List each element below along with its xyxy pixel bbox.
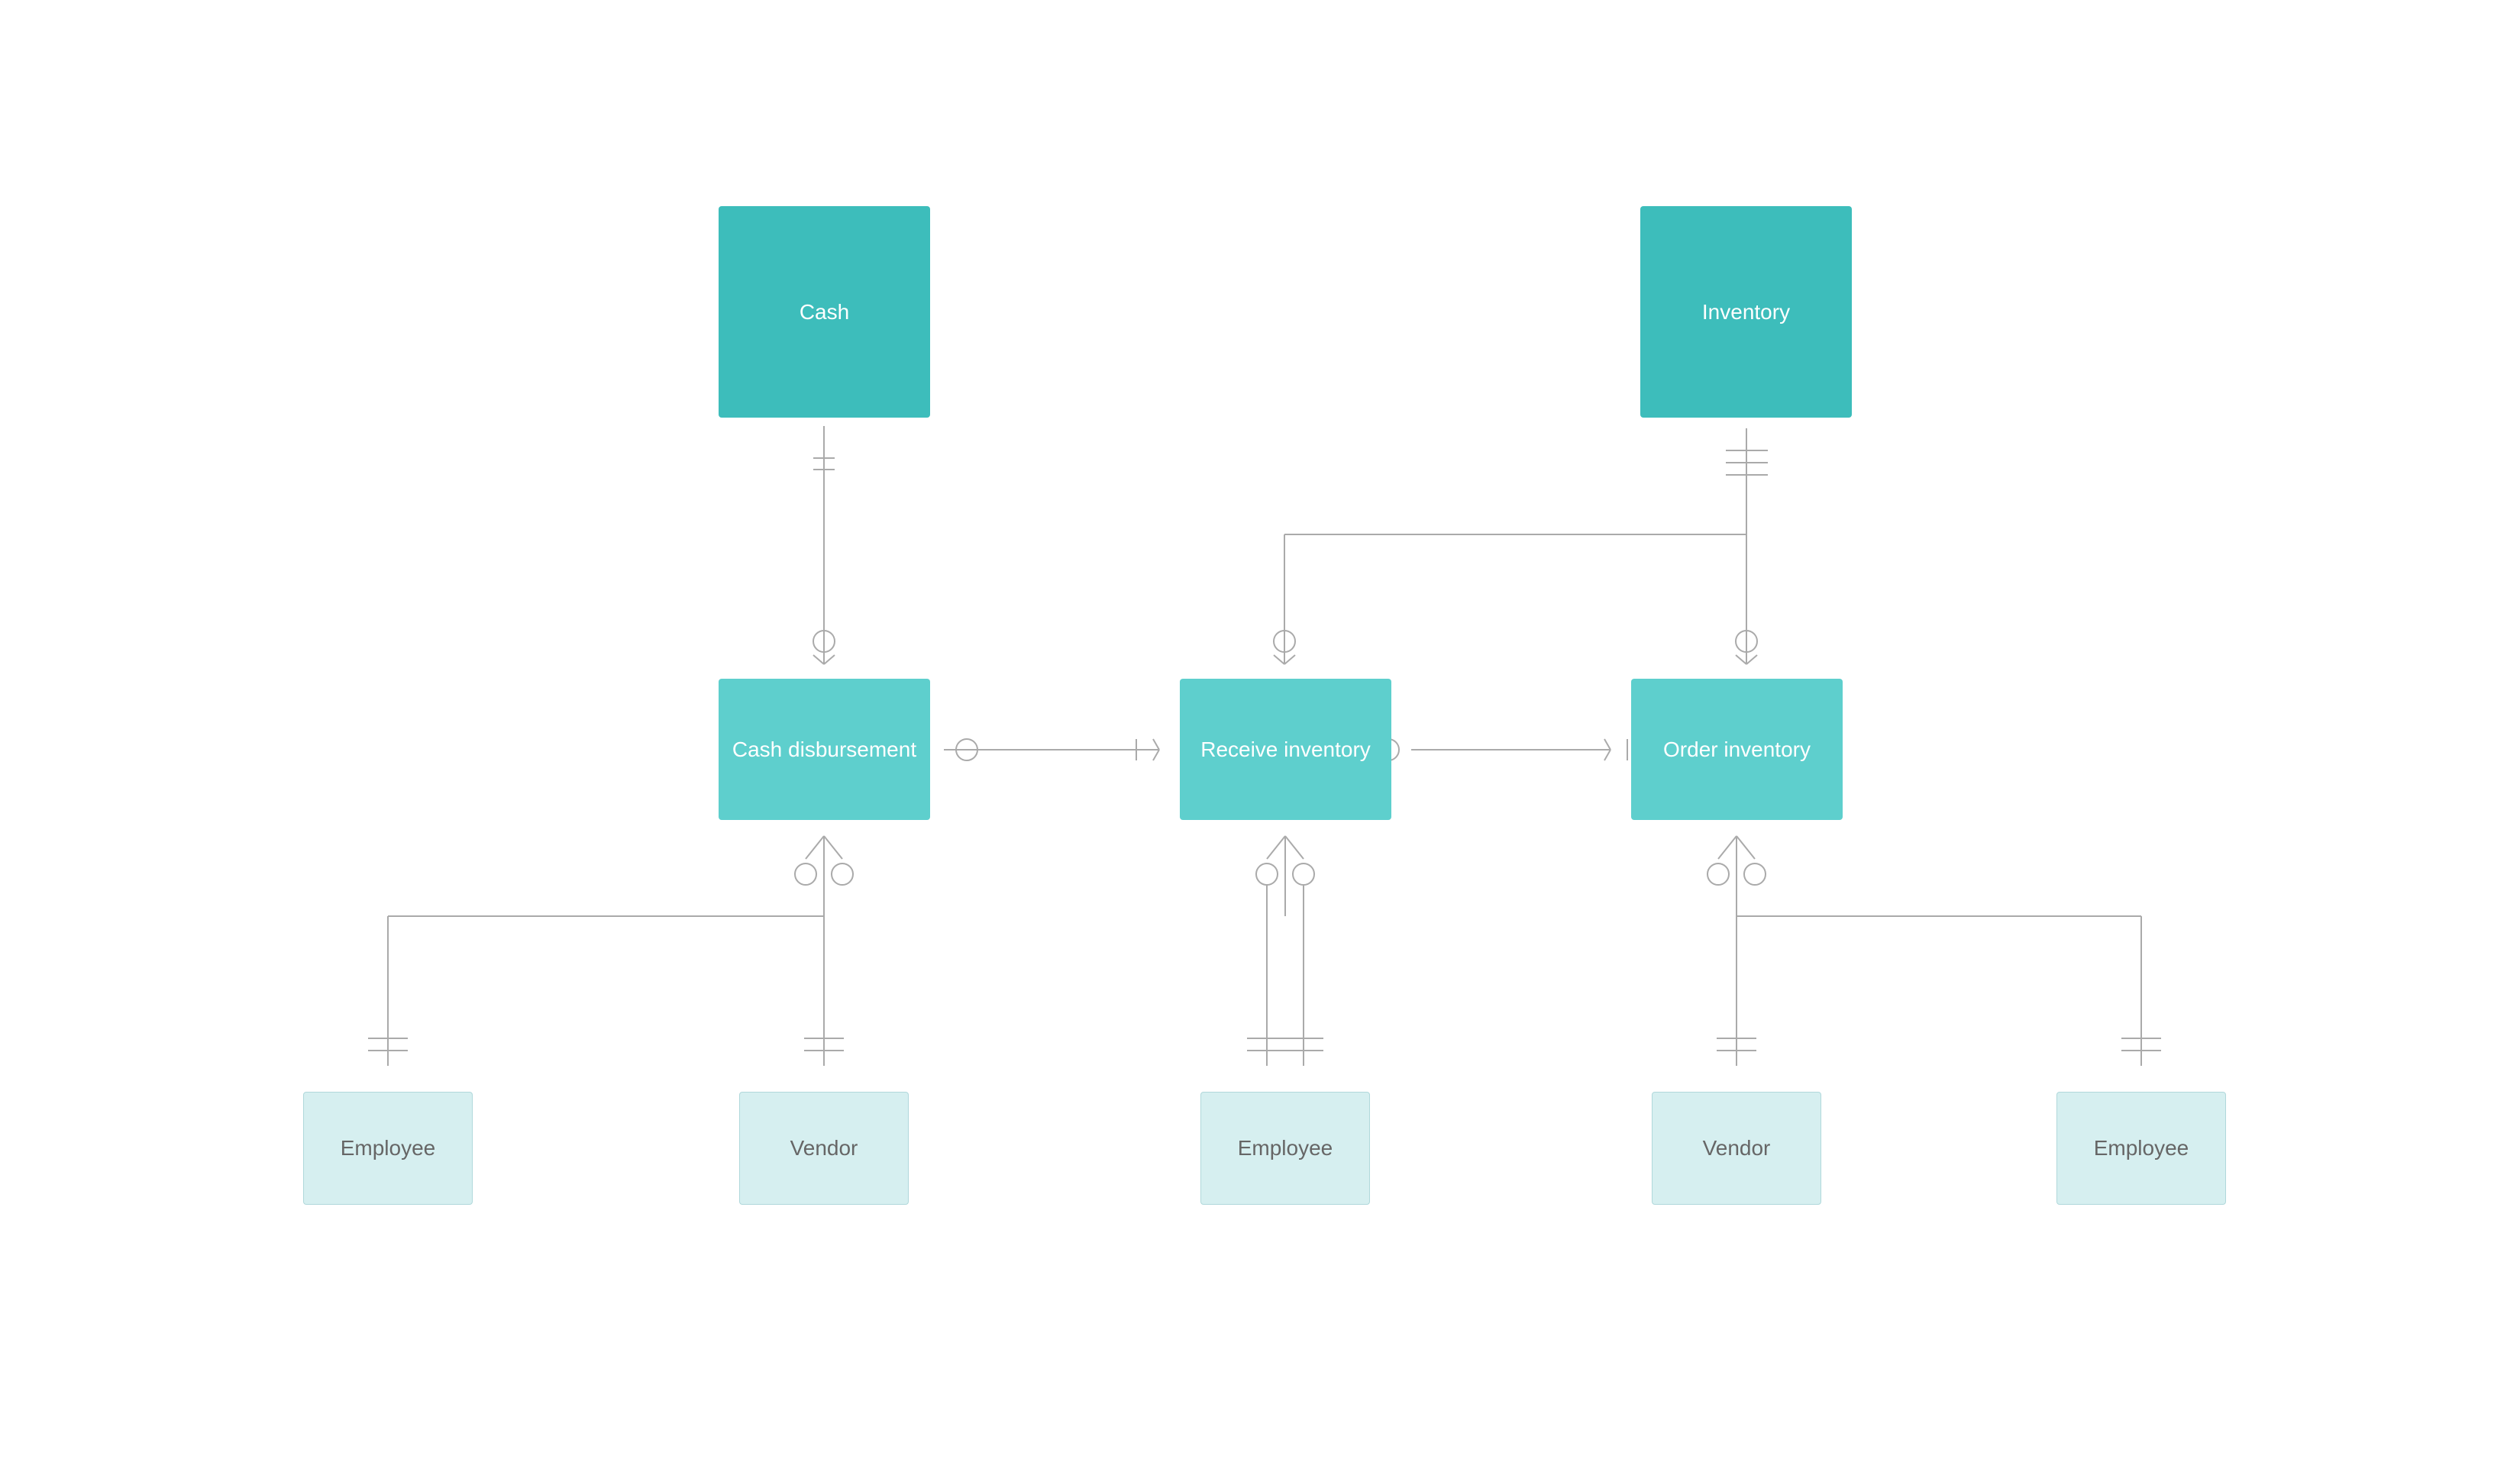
employee1-label: Employee [341, 1136, 436, 1160]
employee2-label: Employee [1238, 1136, 1333, 1160]
diagram-container: Cash Inventory Cash disbursement Receive… [0, 0, 2520, 1459]
cash-label: Cash [800, 300, 849, 324]
vendor1-node[interactable]: Vendor [739, 1092, 909, 1205]
vendor2-label: Vendor [1703, 1136, 1771, 1160]
order-inventory-node[interactable]: Order inventory [1631, 679, 1843, 820]
inventory-label: Inventory [1702, 300, 1790, 324]
employee2-node[interactable]: Employee [1200, 1092, 1370, 1205]
employee1-node[interactable]: Employee [303, 1092, 473, 1205]
receive-inventory-node[interactable]: Receive inventory [1180, 679, 1391, 820]
employee3-label: Employee [2094, 1136, 2189, 1160]
cash-disbursement-label: Cash disbursement [732, 738, 916, 762]
cash-node[interactable]: Cash [719, 206, 930, 418]
employee3-node[interactable]: Employee [2056, 1092, 2226, 1205]
vendor2-node[interactable]: Vendor [1652, 1092, 1821, 1205]
vendor1-label: Vendor [790, 1136, 858, 1160]
inventory-node[interactable]: Inventory [1640, 206, 1852, 418]
receive-inventory-label: Receive inventory [1200, 738, 1371, 762]
order-inventory-label: Order inventory [1663, 738, 1811, 762]
cash-disbursement-node[interactable]: Cash disbursement [719, 679, 930, 820]
